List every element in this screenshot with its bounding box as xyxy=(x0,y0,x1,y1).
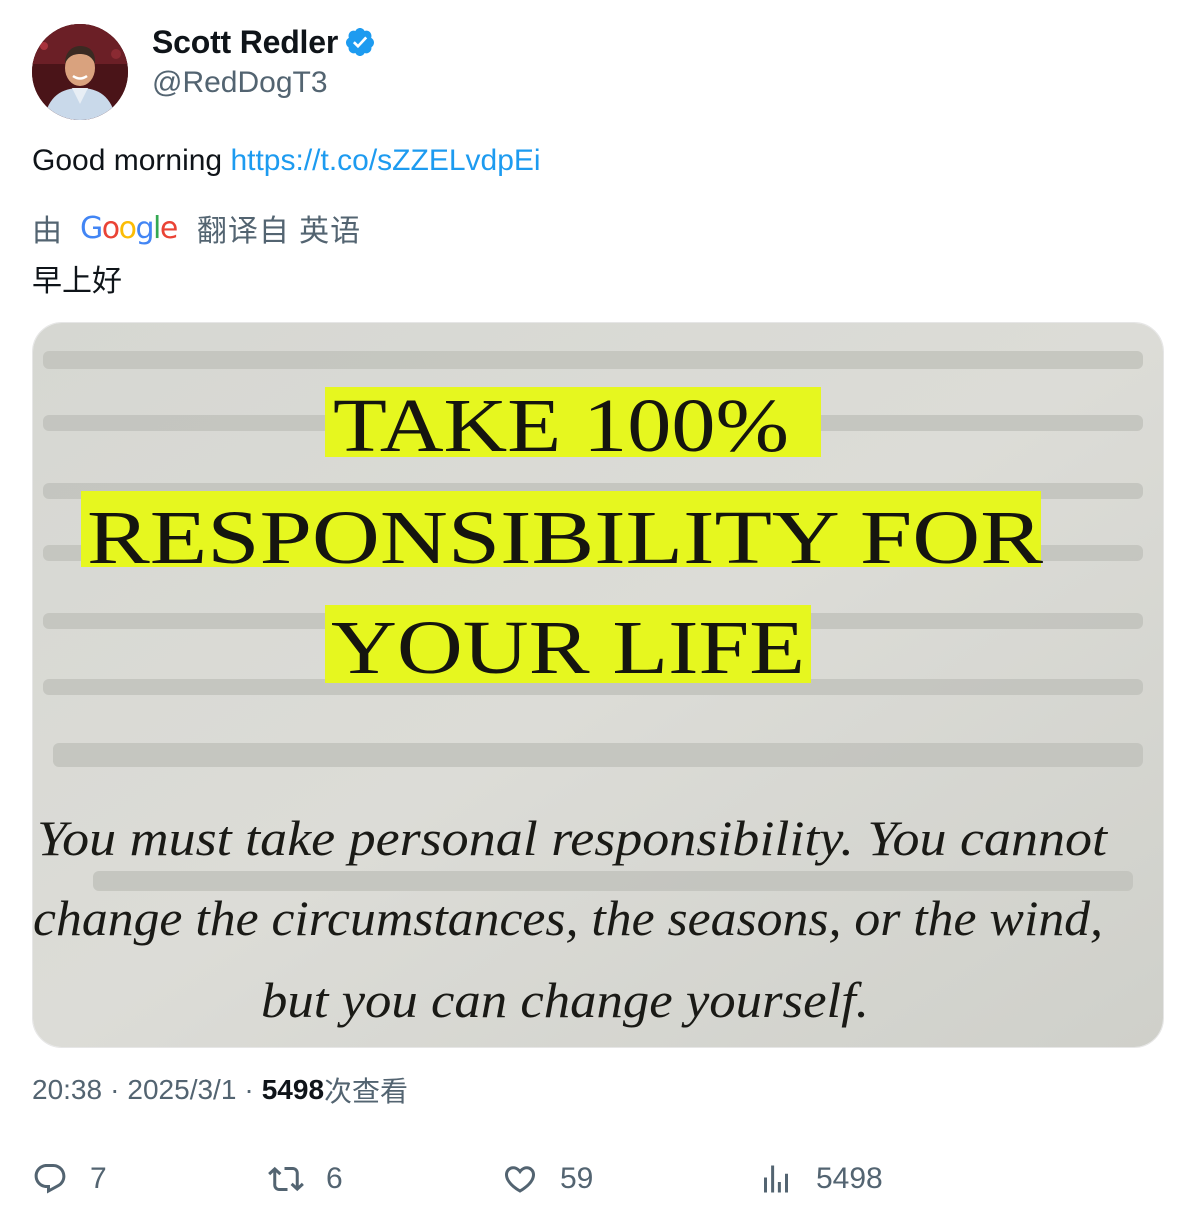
author-handle[interactable]: @RedDogT3 xyxy=(152,66,376,100)
analytics-button[interactable]: 5498 xyxy=(758,1154,883,1204)
quote-body-line: change the circumstances, the seasons, o… xyxy=(33,890,1103,946)
tweet-meta: 20:38 · 2025/3/1 · 5498 次查看 xyxy=(32,1072,408,1108)
analytics-icon xyxy=(764,1165,788,1193)
like-button[interactable]: 59 xyxy=(502,1154,593,1204)
quote-body-line: You must take personal responsibility. Y… xyxy=(37,810,1108,866)
tweet-body: Good morning xyxy=(32,144,223,177)
like-count: 59 xyxy=(560,1162,594,1195)
tweet-link[interactable]: https://t.co/sZZELvdpEi xyxy=(230,144,540,177)
translated-text: 早上好 xyxy=(32,265,122,298)
quote-title-line: RESPONSIBILITY FOR xyxy=(87,496,1043,580)
book-page-photo: TAKE 100% RESPONSIBILITY FOR YOUR LIFE Y… xyxy=(33,323,1163,1047)
reply-icon xyxy=(34,1164,66,1194)
quote-title-line: TAKE 100% xyxy=(333,384,789,468)
retweet-icon xyxy=(268,1166,304,1192)
views-label: 次查看 xyxy=(324,1076,409,1107)
display-name-row: Scott Redler xyxy=(152,24,376,60)
quote-title-line: YOUR LIFE xyxy=(331,606,805,690)
tweet-text: Good morning https://t.co/sZZELvdpEi xyxy=(32,144,541,178)
views-action-count: 5498 xyxy=(816,1162,883,1195)
translated-from-label: 翻译自 英语 xyxy=(196,215,362,248)
meta-separator: · xyxy=(110,1074,120,1105)
retweet-count: 6 xyxy=(326,1162,343,1195)
views-count: 5498 xyxy=(261,1074,325,1105)
tweet-image[interactable]: TAKE 100% RESPONSIBILITY FOR YOUR LIFE Y… xyxy=(32,322,1164,1048)
heart-icon xyxy=(504,1166,536,1193)
reply-count: 7 xyxy=(90,1162,107,1195)
translation-attribution[interactable]: 由 Google 翻译自 英语 xyxy=(32,208,362,249)
tweet-header: Scott Redler @RedDogT3 xyxy=(32,24,1162,120)
translated-by-label: 由 xyxy=(32,215,62,248)
meta-separator: · xyxy=(244,1074,254,1105)
tweet-date[interactable]: 2025/3/1 xyxy=(127,1074,236,1106)
retweet-button[interactable]: 6 xyxy=(268,1154,343,1204)
tweet-actions: 7 6 59 5498 xyxy=(32,1154,1162,1204)
tweet-time[interactable]: 20:38 xyxy=(32,1074,102,1106)
verified-badge-icon xyxy=(346,28,375,56)
quote-body-line: but you can change yourself. xyxy=(261,972,869,1028)
avatar[interactable] xyxy=(32,24,128,120)
reply-button[interactable]: 7 xyxy=(32,1154,107,1204)
author-names: Scott Redler @RedDogT3 xyxy=(152,24,376,100)
display-name[interactable]: Scott Redler xyxy=(152,24,338,61)
google-logo: Google xyxy=(80,210,178,246)
